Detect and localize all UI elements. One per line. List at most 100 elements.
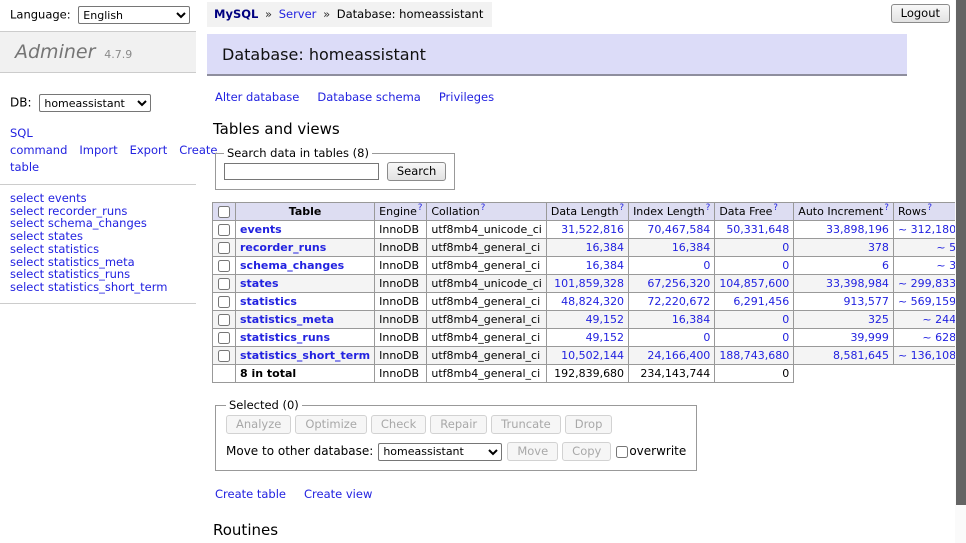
- database-schema-link[interactable]: Database schema: [317, 90, 420, 104]
- data-length-link[interactable]: 16,384: [586, 259, 625, 272]
- analyze-button[interactable]: Analyze: [226, 415, 291, 434]
- index-length-link[interactable]: 0: [703, 259, 710, 272]
- routines-heading: Routines: [213, 521, 907, 539]
- db-select[interactable]: homeassistant: [39, 94, 151, 112]
- sidebar-link-import[interactable]: Import: [79, 143, 117, 157]
- row-checkbox[interactable]: [218, 332, 230, 344]
- rows-link[interactable]: ~ 628: [922, 331, 956, 344]
- auto-increment-link[interactable]: 33,898,196: [826, 223, 889, 236]
- sidebar-select-events[interactable]: select events: [10, 192, 196, 205]
- alter-database-link[interactable]: Alter database: [215, 90, 299, 104]
- check-button[interactable]: Check: [371, 415, 426, 434]
- table-link-events[interactable]: events: [240, 223, 282, 236]
- data-free-link[interactable]: 50,331,648: [726, 223, 789, 236]
- help-link[interactable]: ?: [620, 203, 625, 213]
- auto-increment-link[interactable]: 33,398,984: [826, 277, 889, 290]
- move-button[interactable]: Move: [507, 442, 558, 461]
- logout-button[interactable]: Logout: [891, 4, 950, 23]
- truncate-button[interactable]: Truncate: [491, 415, 561, 434]
- privileges-link[interactable]: Privileges: [439, 90, 494, 104]
- data-length-link[interactable]: 16,384: [586, 241, 625, 254]
- data-free-cell: 0: [715, 311, 794, 329]
- table-link-states[interactable]: states: [240, 277, 279, 290]
- rows-link[interactable]: ~ 312,180: [898, 223, 956, 236]
- help-link[interactable]: ?: [884, 203, 889, 213]
- sidebar-select-statistics-short-term[interactable]: select statistics_short_term: [10, 281, 196, 294]
- rows-link[interactable]: ~ 569,159: [898, 295, 956, 308]
- data-free-link[interactable]: 188,743,680: [719, 349, 789, 362]
- data-free-link[interactable]: 0: [782, 313, 789, 326]
- sidebar-select-statistics[interactable]: select statistics: [10, 243, 196, 256]
- table-link-recorder-runs[interactable]: recorder_runs: [240, 241, 326, 254]
- search-input[interactable]: [224, 163, 379, 180]
- data-free-link[interactable]: 0: [782, 241, 789, 254]
- sidebar-link-sql-command[interactable]: SQL command: [10, 126, 67, 157]
- index-length-link[interactable]: 72,220,672: [647, 295, 710, 308]
- search-button[interactable]: Search: [387, 162, 447, 181]
- data-free-link[interactable]: 0: [782, 331, 789, 344]
- auto-increment-cell: 39,999: [794, 329, 894, 347]
- breadcrumb-server-link[interactable]: Server: [279, 7, 317, 21]
- create-view-link[interactable]: Create view: [304, 487, 372, 501]
- table-link-schema-changes[interactable]: schema_changes: [240, 259, 344, 272]
- index-length-link[interactable]: 24,166,400: [647, 349, 710, 362]
- table-link-statistics-short-term[interactable]: statistics_short_term: [240, 349, 370, 362]
- help-link[interactable]: ?: [418, 203, 423, 213]
- auto-increment-link[interactable]: 325: [868, 313, 889, 326]
- create-table-link[interactable]: Create table: [215, 487, 286, 501]
- optimize-button[interactable]: Optimize: [295, 415, 367, 434]
- data-length-link[interactable]: 49,152: [586, 313, 625, 326]
- rows-link[interactable]: ~ 244: [922, 313, 956, 326]
- data-free-link[interactable]: 6,291,456: [733, 295, 789, 308]
- scrollbar-thumb[interactable]: [956, 0, 966, 505]
- auto-increment-link[interactable]: 378: [868, 241, 889, 254]
- rows-link[interactable]: ~ 5: [936, 241, 956, 254]
- index-length-link[interactable]: 0: [703, 331, 710, 344]
- help-link[interactable]: ?: [928, 203, 933, 213]
- row-checkbox[interactable]: [218, 224, 230, 236]
- index-length-link[interactable]: 16,384: [672, 241, 711, 254]
- select-all-checkbox[interactable]: [218, 206, 230, 218]
- auto-increment-link[interactable]: 8,581,645: [833, 349, 889, 362]
- overwrite-checkbox[interactable]: [616, 446, 628, 458]
- drop-button[interactable]: Drop: [565, 415, 613, 434]
- vertical-scrollbar[interactable]: [955, 0, 966, 543]
- auto-increment-link[interactable]: 39,999: [850, 331, 889, 344]
- data-length-link[interactable]: 31,522,816: [561, 223, 624, 236]
- data-free-link[interactable]: 0: [782, 259, 789, 272]
- sidebar-link-export[interactable]: Export: [130, 143, 168, 157]
- data-length-link[interactable]: 101,859,328: [554, 277, 624, 290]
- engine-cell: InnoDB: [375, 221, 427, 239]
- data-length-link[interactable]: 49,152: [586, 331, 625, 344]
- data-free-link[interactable]: 104,857,600: [719, 277, 789, 290]
- table-link-statistics-meta[interactable]: statistics_meta: [240, 313, 334, 326]
- search-fieldset: Search data in tables (8) Search: [215, 146, 455, 190]
- row-checkbox[interactable]: [218, 242, 230, 254]
- row-checkbox[interactable]: [218, 350, 230, 362]
- row-checkbox[interactable]: [218, 278, 230, 290]
- data-length-link[interactable]: 48,824,320: [561, 295, 624, 308]
- auto-increment-link[interactable]: 6: [882, 259, 889, 272]
- rows-link[interactable]: ~ 299,833: [898, 277, 956, 290]
- row-checkbox[interactable]: [218, 260, 230, 272]
- row-checkbox[interactable]: [218, 314, 230, 326]
- sidebar-select-states[interactable]: select states: [10, 230, 196, 243]
- rows-link[interactable]: ~ 3: [936, 259, 956, 272]
- help-link[interactable]: ?: [773, 203, 778, 213]
- auto-increment-link[interactable]: 913,577: [843, 295, 889, 308]
- divider: [0, 303, 196, 304]
- index-length-link[interactable]: 67,256,320: [647, 277, 710, 290]
- language-select[interactable]: English: [78, 6, 190, 24]
- table-link-statistics[interactable]: statistics: [240, 295, 297, 308]
- row-checkbox[interactable]: [218, 296, 230, 308]
- copy-button[interactable]: Copy: [562, 442, 611, 461]
- help-link[interactable]: ?: [481, 203, 486, 213]
- rows-link[interactable]: ~ 136,108: [898, 349, 956, 362]
- move-db-select[interactable]: homeassistant: [378, 443, 502, 461]
- repair-button[interactable]: Repair: [430, 415, 487, 434]
- index-length-link[interactable]: 70,467,584: [647, 223, 710, 236]
- data-length-link[interactable]: 10,502,144: [561, 349, 624, 362]
- table-link-statistics-runs[interactable]: statistics_runs: [240, 331, 330, 344]
- index-length-link[interactable]: 16,384: [672, 313, 711, 326]
- help-link[interactable]: ?: [706, 203, 711, 213]
